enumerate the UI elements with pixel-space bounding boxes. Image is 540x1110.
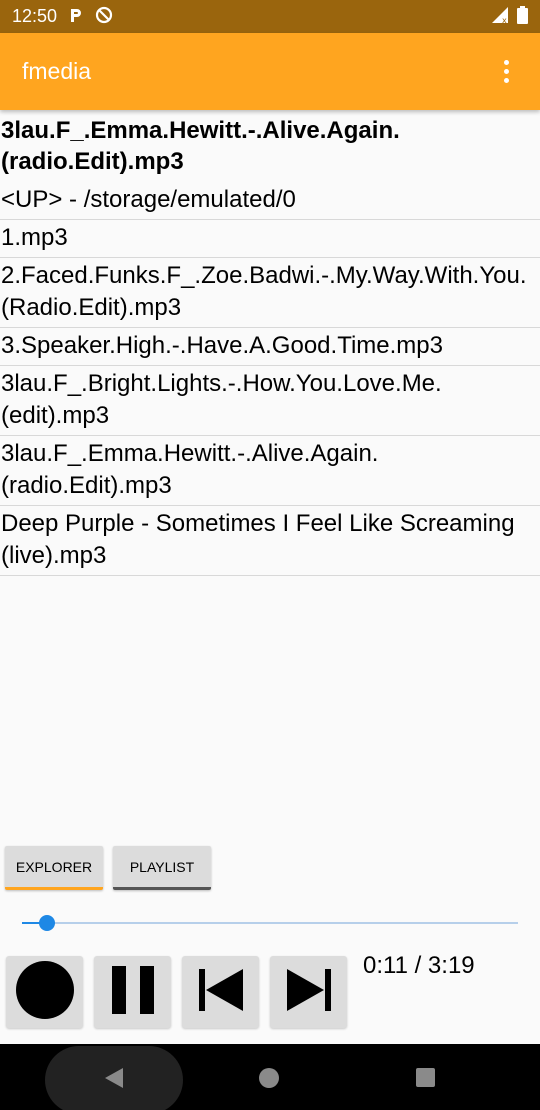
overflow-menu-icon[interactable] [494,52,518,92]
do-not-disturb-icon [95,6,113,28]
cell-signal-icon: x [491,6,509,28]
skip-previous-icon [197,968,245,1016]
skip-next-icon [285,968,333,1016]
seek-bar[interactable] [22,912,518,934]
file-item[interactable]: Deep Purple - Sometimes I Feel Like Scre… [0,506,540,576]
playlist-button[interactable]: PLAYLIST [113,846,211,890]
previous-button[interactable] [182,956,259,1028]
file-list: <UP> - /storage/emulated/0 1.mp3 2.Faced… [0,182,540,576]
file-item[interactable]: 2.Faced.Funks.F_.Zoe.Badwi.-.My.Way.With… [0,258,540,328]
battery-icon [517,5,528,28]
back-button[interactable] [45,1046,183,1110]
svg-text:x: x [502,16,507,24]
recents-icon[interactable] [416,1068,435,1087]
pause-button[interactable] [94,956,171,1028]
pause-icon [110,965,156,1019]
seek-thumb[interactable] [38,915,55,931]
system-nav-bar [0,1044,540,1110]
file-item-up[interactable]: <UP> - /storage/emulated/0 [0,182,540,220]
file-item[interactable]: 1.mp3 [0,220,540,258]
file-item[interactable]: 3.Speaker.High.-.Have.A.Good.Time.mp3 [0,328,540,366]
seek-track [22,922,518,924]
current-track-title: 3lau.F_.Emma.Hewitt.-.Alive.Again.(radio… [1,117,400,175]
record-icon [15,960,75,1024]
signal-p-icon [69,7,83,27]
playback-time: 0:11 / 3:19 [363,952,475,979]
status-bar: 12:50 x [0,0,540,33]
view-tabs: EXPLORER PLAYLIST [5,846,211,890]
file-item[interactable]: 3lau.F_.Bright.Lights.-.How.You.Love.Me.… [0,366,540,436]
file-item[interactable]: 3lau.F_.Emma.Hewitt.-.Alive.Again.(radio… [0,436,540,506]
explorer-button[interactable]: EXPLORER [5,846,103,890]
back-icon [104,1067,124,1093]
home-icon[interactable] [259,1068,279,1088]
app-title: fmedia [22,58,92,84]
status-time: 12:50 [12,6,58,26]
playback-controls [6,956,347,1028]
record-button[interactable] [6,956,83,1028]
next-button[interactable] [270,956,347,1028]
app-bar: fmedia [0,33,540,110]
